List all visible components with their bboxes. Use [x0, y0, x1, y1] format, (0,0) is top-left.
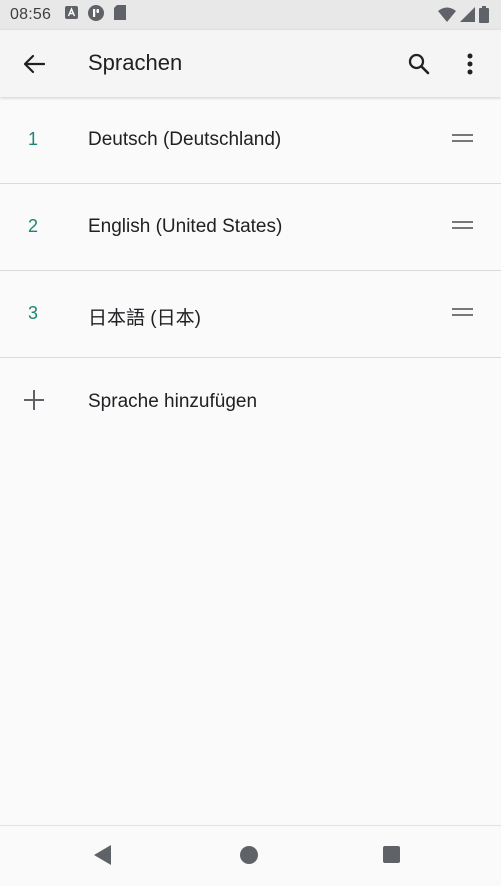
search-icon: [408, 53, 430, 75]
status-right-icons: [438, 6, 489, 28]
language-rank: 2: [28, 216, 39, 236]
language-label: 日本語 (日本): [88, 308, 201, 329]
language-item[interactable]: 1 Deutsch (Deutschland): [0, 97, 501, 184]
language-rank: 3: [28, 303, 39, 323]
status-left-icons: [65, 4, 127, 26]
sd-card-icon: [114, 5, 127, 25]
drag-handle-icon[interactable]: [452, 134, 473, 144]
search-button[interactable]: [403, 48, 435, 80]
more-vert-icon: [467, 53, 473, 75]
language-list: 1 Deutsch (Deutschland) 2 English (Unite…: [0, 97, 501, 444]
more-options-button[interactable]: [456, 48, 484, 80]
language-label: Deutsch (Deutschland): [88, 129, 282, 150]
language-item[interactable]: 3 日本語 (日本): [0, 271, 501, 358]
drag-handle-icon[interactable]: [452, 221, 473, 231]
wifi-icon: [438, 7, 456, 28]
drag-handle-icon[interactable]: [452, 308, 473, 318]
back-button[interactable]: [18, 48, 50, 80]
font-a-icon: [65, 6, 79, 24]
add-language-label: Sprache hinzufügen: [88, 391, 258, 412]
navigation-bar: [0, 825, 501, 886]
language-item[interactable]: 2 English (United States): [0, 184, 501, 271]
language-rank: 1: [28, 129, 39, 149]
status-time: 08:56: [10, 6, 52, 23]
nav-recents-icon[interactable]: [383, 846, 400, 863]
app-bar: Sprachen: [0, 30, 501, 97]
arrow-left-icon: [23, 54, 45, 74]
battery-icon: [479, 6, 489, 28]
nav-home-icon[interactable]: [240, 846, 258, 864]
nav-back-icon[interactable]: [94, 845, 112, 865]
screen: 08:56 Sprachen 1 Deutsch (Deutschland) 2…: [0, 0, 501, 886]
add-language-button[interactable]: Sprache hinzufügen: [0, 358, 501, 444]
page-title: Sprachen: [88, 50, 183, 75]
signal-icon: [460, 6, 475, 28]
status-bar: 08:56: [0, 0, 501, 30]
app-circle-icon: [88, 4, 105, 26]
plus-icon: [24, 390, 44, 410]
language-label: English (United States): [88, 216, 283, 237]
